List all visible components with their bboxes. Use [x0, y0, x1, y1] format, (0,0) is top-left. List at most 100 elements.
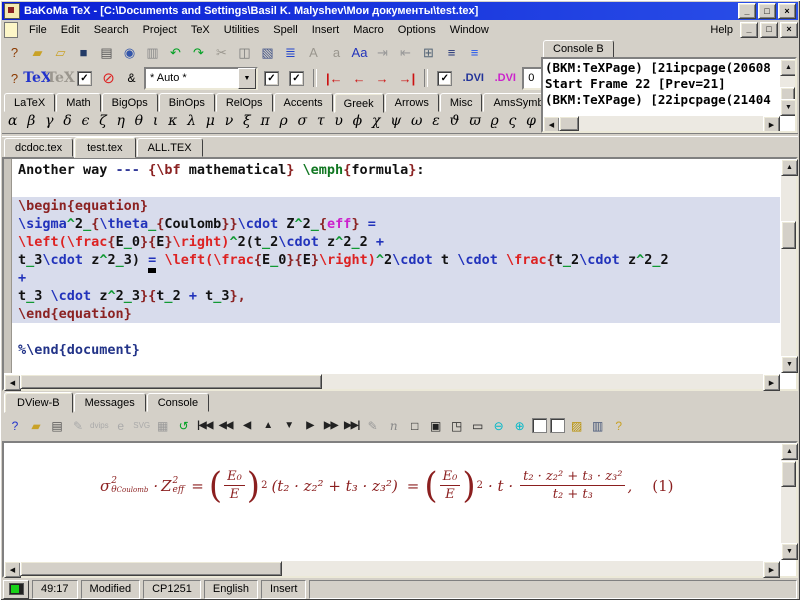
scroll-down-arrow[interactable]: ▼: [781, 356, 798, 373]
greek-symbol[interactable]: ι: [153, 113, 159, 129]
scroll-up-arrow[interactable]: ▲: [780, 59, 797, 76]
format-combobox[interactable]: * Auto * ▼: [144, 67, 258, 90]
zoom-in-icon[interactable]: ⊕: [511, 416, 529, 436]
recycle-bin-icon[interactable]: ▥: [142, 42, 163, 62]
browser-export-icon[interactable]: e: [112, 416, 130, 436]
editor-line[interactable]: t_3 \cdot z^2_3}{t_2 + t_3},: [12, 287, 780, 305]
scroll-down-arrow[interactable]: ▼: [780, 99, 797, 116]
greek-symbol[interactable]: ρ: [279, 113, 287, 129]
last-page-icon[interactable]: ▶▶|: [343, 416, 361, 436]
run-tex-icon[interactable]: TeX: [27, 68, 48, 88]
menu-item[interactable]: TeX: [184, 23, 217, 37]
menu-item[interactable]: Utilities: [217, 23, 266, 37]
editor-line[interactable]: \left(\frac{E_0}{E}\right)^2(t_2\cdot z^…: [12, 233, 780, 251]
refresh-back-icon[interactable]: ↺: [175, 416, 193, 436]
shift-right-icon[interactable]: ⇥: [372, 42, 393, 62]
redo-icon[interactable]: ↷: [188, 42, 209, 62]
scrollbar-thumb[interactable]: [20, 374, 322, 389]
greek-symbol[interactable]: β: [27, 113, 35, 129]
zoom-out-icon[interactable]: ⊖: [490, 416, 508, 436]
auto-run-checkbox[interactable]: ✓: [77, 71, 92, 86]
next-page-icon[interactable]: ▶: [301, 416, 319, 436]
save-icon[interactable]: ■: [73, 42, 94, 62]
editor-line[interactable]: \end{equation}: [12, 305, 780, 323]
last-error-icon[interactable]: →|: [395, 71, 420, 86]
editor-line[interactable]: t_3\cdot z^2_3) = \left(\frac{E_0}{E}\ri…: [12, 251, 780, 269]
insert-block-icon[interactable]: ⊞: [418, 42, 439, 62]
greek-symbol[interactable]: ϖ: [469, 113, 480, 129]
dvi-forward-search-icon[interactable]: .DVI: [458, 68, 488, 88]
file-tab[interactable]: test.tex: [74, 137, 135, 158]
greek-symbol[interactable]: θ: [135, 113, 143, 129]
greek-symbol[interactable]: σ: [297, 113, 307, 129]
palette-tab[interactable]: LaTeX: [4, 93, 55, 112]
greek-symbol[interactable]: ϱ: [491, 113, 499, 129]
prev-error-icon[interactable]: ←: [349, 71, 370, 86]
tex-help-icon[interactable]: ?: [4, 68, 25, 88]
find-in-document-icon[interactable]: ◉: [119, 42, 140, 62]
back-10-pages-icon[interactable]: ◀◀: [217, 416, 235, 436]
app-icon[interactable]: [4, 3, 20, 19]
dvi-preview[interactable]: σ2θCoulomb · Z2eff = (E₀E)2 (t₂ · z₂² + …: [2, 441, 798, 578]
editor-vscrollbar[interactable]: ▲ ▼: [781, 159, 796, 373]
dvi-sync-checkbox[interactable]: ✓: [437, 71, 452, 86]
about-help-icon[interactable]: ?: [610, 416, 628, 436]
preview-checkbox-1[interactable]: [532, 418, 547, 433]
justify-all-icon[interactable]: ≡: [464, 42, 485, 62]
greek-symbol[interactable]: δ: [63, 113, 71, 129]
pen-tool-icon[interactable]: ✎: [364, 416, 382, 436]
scrollbar-thumb[interactable]: [781, 461, 796, 487]
greek-symbol[interactable]: υ: [334, 113, 343, 129]
file-tab[interactable]: ALL.TEX: [137, 138, 203, 157]
justify-paragraph-icon[interactable]: ≡: [441, 42, 462, 62]
cut-icon[interactable]: ✂: [211, 42, 232, 62]
greek-symbol[interactable]: χ: [372, 113, 380, 129]
editor-hscrollbar[interactable]: ◀ ▶: [4, 374, 780, 389]
greek-symbol[interactable]: γ: [45, 113, 53, 129]
scroll-right-arrow[interactable]: ▶: [763, 116, 780, 133]
join-lines-icon[interactable]: ◫: [234, 42, 255, 62]
copy-files-icon[interactable]: ▱: [50, 42, 71, 62]
scroll-right-arrow[interactable]: ▶: [763, 374, 780, 391]
scroll-left-arrow[interactable]: ◀: [4, 374, 21, 391]
greek-symbol[interactable]: ε: [432, 113, 440, 129]
restore-button[interactable]: □: [758, 3, 776, 19]
option-checkbox-2[interactable]: ✓: [289, 71, 304, 86]
greek-symbol[interactable]: ϵ: [82, 113, 90, 129]
greek-symbol[interactable]: ζ: [99, 113, 107, 129]
abort-icon[interactable]: ⊘: [98, 68, 119, 88]
document-icon[interactable]: [4, 22, 18, 38]
menu-item[interactable]: File: [22, 23, 54, 37]
palette-tab[interactable]: Accents: [274, 93, 333, 112]
menu-item[interactable]: Search: [87, 23, 136, 37]
palette-tab[interactable]: Misc: [440, 93, 483, 112]
undo-icon[interactable]: ↶: [165, 42, 186, 62]
bottom-tab[interactable]: DView-B: [4, 392, 73, 413]
minimize-button[interactable]: _: [738, 3, 756, 19]
greek-symbol[interactable]: μ: [206, 113, 215, 129]
fwd-10-pages-icon[interactable]: ▶▶: [322, 416, 340, 436]
preview-vscrollbar[interactable]: ▲ ▼: [781, 443, 796, 560]
svg-export-icon[interactable]: SVG: [133, 416, 151, 436]
editor-line[interactable]: Another way --- {\bf mathematical} \emph…: [12, 161, 780, 179]
numbered-list-icon[interactable]: ≣: [280, 42, 301, 62]
chevron-down-icon[interactable]: ▼: [238, 68, 256, 89]
first-page-icon[interactable]: |◀◀: [196, 416, 214, 436]
editor-line[interactable]: +: [12, 269, 780, 287]
menu-item[interactable]: Edit: [54, 23, 87, 37]
page-size-icon[interactable]: □: [406, 416, 424, 436]
mdi-minimize-button[interactable]: _: [740, 22, 758, 38]
landscape-icon[interactable]: ▭: [469, 416, 487, 436]
greek-symbol[interactable]: ξ: [243, 113, 251, 129]
render-options-icon[interactable]: ▨: [568, 416, 586, 436]
dvips-icon[interactable]: dvips: [90, 416, 109, 436]
greek-symbol[interactable]: λ: [187, 113, 196, 129]
greek-symbol[interactable]: η: [117, 113, 125, 129]
greek-symbol[interactable]: ν: [225, 113, 234, 129]
palette-tab[interactable]: Arrows: [385, 93, 439, 112]
palette-tab[interactable]: Greek: [334, 93, 384, 113]
paste-icon[interactable]: ▧: [257, 42, 278, 62]
editor-line[interactable]: \sigma^2_{\theta_{Coulomb}}\cdot Z^2_{ef…: [12, 215, 780, 233]
console-hscrollbar[interactable]: ◀ ▶: [543, 116, 780, 131]
greek-symbol[interactable]: ς: [509, 113, 517, 129]
